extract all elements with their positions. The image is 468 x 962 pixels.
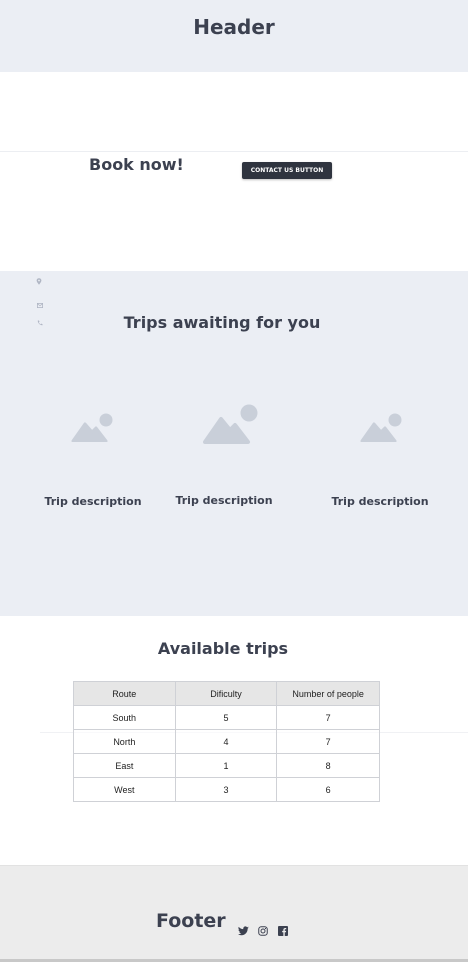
column-header-difficulty: Dificulty [174,681,278,706]
difficulty-cell: 1 [174,753,278,778]
footer-title: Footer [156,910,226,932]
book-now-heading: Book now! [89,155,184,174]
available-trips-heading: Available trips [157,639,289,658]
column-header-route: Route [73,681,176,706]
image-placeholder-icon [71,410,115,446]
contact-us-button[interactable]: CONTACT US BUTTON [242,162,332,179]
table-row: East 1 8 [73,753,380,778]
header-title: Header [193,15,275,39]
page-header: Header [0,0,468,72]
trip-description: Trip description [175,494,273,507]
column-header-people: Number of people [276,681,380,706]
difficulty-cell: 3 [174,777,278,802]
table-header-row: Route Dificulty Number of people [73,681,380,706]
image-placeholder-icon [202,402,262,448]
divider [0,151,468,152]
twitter-icon[interactable] [237,921,250,936]
facebook-icon[interactable] [278,921,290,936]
table-row: West 3 6 [73,777,380,802]
people-cell: 6 [276,777,380,802]
route-cell: South [73,705,176,730]
table-row: North 4 7 [73,729,380,754]
difficulty-cell: 4 [174,729,278,754]
people-cell: 7 [276,705,380,730]
map-pin-icon [36,278,42,287]
trip-description: Trip description [44,495,142,508]
people-cell: 7 [276,729,380,754]
difficulty-cell: 5 [174,705,278,730]
trips-table: Route Dificulty Number of people South 5… [73,681,380,802]
image-placeholder-icon [360,410,404,446]
trip-description: Trip description [331,495,429,508]
instagram-icon[interactable] [258,921,270,936]
table-row: South 5 7 [73,705,380,730]
route-cell: West [73,777,176,802]
route-cell: North [73,729,176,754]
page-footer [0,865,468,959]
people-cell: 8 [276,753,380,778]
mail-icon [37,303,43,310]
route-cell: East [73,753,176,778]
trips-heading: Trips awaiting for you [123,313,321,332]
